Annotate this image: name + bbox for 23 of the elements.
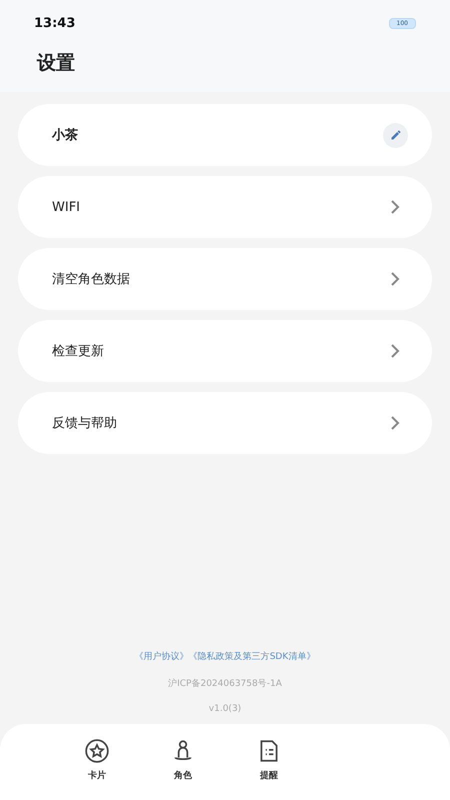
app-version: v1.0(3) — [208, 704, 242, 714]
chevron-right-icon — [390, 416, 400, 430]
settings-label: 检查更新 — [52, 343, 104, 360]
settings-item[interactable]: 小茶 — [18, 104, 432, 166]
settings-label: 清空角色数据 — [52, 271, 130, 288]
settings-item[interactable]: 清空角色数据 — [18, 248, 432, 310]
settings-item[interactable]: 反馈与帮助 — [18, 392, 432, 454]
settings-item[interactable]: 检查更新 — [18, 320, 432, 382]
page-title: 设置 — [37, 51, 76, 76]
edit-button[interactable] — [383, 122, 408, 148]
tab-button[interactable]: 提醒 — [226, 724, 312, 800]
chevron-right-icon — [390, 272, 400, 286]
tab-button[interactable]: 卡片 — [54, 724, 140, 800]
pencil-icon — [390, 129, 402, 141]
settings-label: WIFI — [52, 200, 80, 214]
settings-label: 反馈与帮助 — [52, 415, 117, 432]
tab-button[interactable]: 角色 — [140, 724, 226, 800]
settings-item[interactable]: WIFI — [18, 176, 432, 238]
status-time: 13:43 — [34, 16, 76, 30]
settings-label: 小茶 — [52, 127, 78, 144]
chevron-right-icon — [390, 344, 400, 358]
chevron-right-icon — [390, 200, 400, 214]
icp-number: 沪ICP备2024063758号-1A — [168, 678, 282, 690]
